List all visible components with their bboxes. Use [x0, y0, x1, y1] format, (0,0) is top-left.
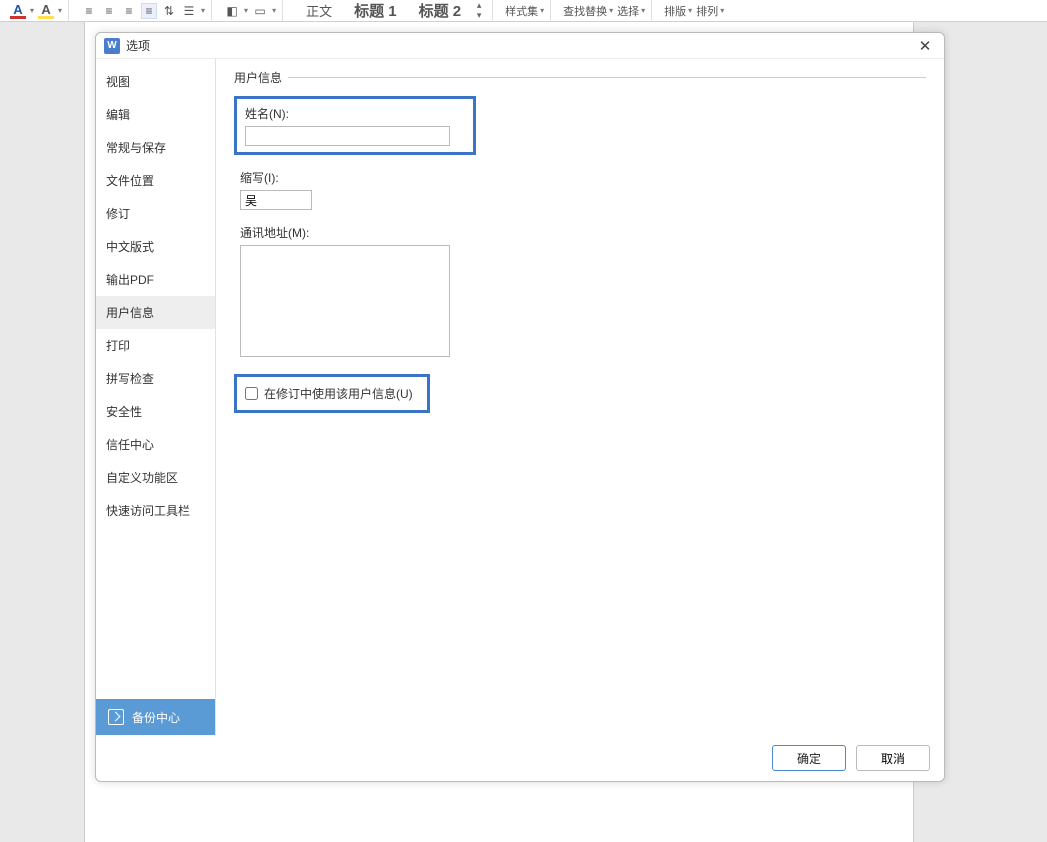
styleset-caret-icon: ▾: [540, 6, 544, 15]
name-field-highlight: 姓名(N):: [234, 96, 476, 155]
dialog-titlebar: W 选项 ✕: [96, 33, 944, 59]
initials-input[interactable]: [240, 190, 312, 210]
list-caret-icon[interactable]: ▾: [201, 6, 205, 15]
sidebar-item-security[interactable]: 安全性: [96, 395, 215, 428]
align-left-icon[interactable]: ≡: [81, 3, 97, 19]
highlight-color-icon[interactable]: A: [38, 3, 54, 19]
close-button[interactable]: ✕: [914, 35, 936, 57]
dialog-title: 选项: [126, 37, 914, 54]
sidebar-item-customize-ribbon[interactable]: 自定义功能区: [96, 461, 215, 494]
section-header: 用户信息: [234, 69, 926, 86]
styleset-label: 样式集: [505, 3, 538, 19]
findreplace-caret-icon: ▾: [609, 6, 613, 15]
sidebar-item-export-pdf[interactable]: 输出PDF: [96, 263, 215, 296]
shading-icon[interactable]: ◧: [224, 3, 240, 19]
name-input[interactable]: [245, 126, 450, 146]
use-in-track-checkbox[interactable]: [245, 387, 258, 400]
style-heading1-tile[interactable]: 标题 1: [343, 0, 408, 24]
sidebar-item-trust-center[interactable]: 信任中心: [96, 428, 215, 461]
select-caret-icon: ▾: [641, 6, 645, 15]
backup-center-label: 备份中心: [132, 709, 180, 726]
use-in-track-highlight: 在修订中使用该用户信息(U): [234, 374, 430, 413]
section-title: 用户信息: [234, 69, 288, 86]
address-input[interactable]: [240, 245, 450, 357]
sidebar-item-chinese-layout[interactable]: 中文版式: [96, 230, 215, 263]
sort-button[interactable]: 排列 ▾: [696, 3, 724, 19]
backup-icon: [108, 709, 124, 725]
findreplace-button[interactable]: 查找替换 ▾: [563, 3, 613, 19]
ribbon: A ▾ A ▾ ≡ ≡ ≡ ≡ ⇅ ☰ ▾ ◧ ▾ ▭ ▾ 正文 标题 1 标题…: [0, 0, 1047, 22]
font-color-caret-icon[interactable]: ▾: [30, 6, 34, 15]
arrange-caret-icon: ▾: [688, 6, 692, 15]
options-content: 用户信息 姓名(N): 缩写(I): 通讯地址(M): 在修订中使用该用户信息(…: [216, 59, 944, 735]
style-gallery-up-icon[interactable]: ▴: [472, 1, 486, 11]
select-button[interactable]: 选择 ▾: [617, 3, 645, 19]
options-sidebar: 视图 编辑 常规与保存 文件位置 修订 中文版式 输出PDF 用户信息 打印 拼…: [96, 59, 216, 735]
align-justify-icon[interactable]: ≡: [141, 3, 157, 19]
sidebar-item-print[interactable]: 打印: [96, 329, 215, 362]
sidebar-item-general-save[interactable]: 常规与保存: [96, 131, 215, 164]
select-label: 选择: [617, 3, 639, 19]
shading-caret-icon[interactable]: ▾: [244, 6, 248, 15]
sidebar-item-edit[interactable]: 编辑: [96, 98, 215, 131]
app-icon: W: [104, 38, 120, 54]
borders-caret-icon[interactable]: ▾: [272, 6, 276, 15]
close-icon: ✕: [919, 37, 932, 55]
arrange-button[interactable]: 排版 ▾: [664, 3, 692, 19]
cancel-button[interactable]: 取消: [856, 745, 930, 771]
use-in-track-row[interactable]: 在修订中使用该用户信息(U): [245, 385, 413, 402]
borders-icon[interactable]: ▭: [252, 3, 268, 19]
sidebar-item-user-info[interactable]: 用户信息: [96, 296, 215, 329]
sort-label: 排列: [696, 3, 718, 19]
list-icon[interactable]: ☰: [181, 3, 197, 19]
style-heading2-tile[interactable]: 标题 2: [408, 0, 473, 24]
use-in-track-label: 在修订中使用该用户信息(U): [264, 385, 413, 402]
ok-button[interactable]: 确定: [772, 745, 846, 771]
sort-caret-icon: ▾: [720, 6, 724, 15]
sidebar-item-file-location[interactable]: 文件位置: [96, 164, 215, 197]
style-body-tile[interactable]: 正文: [295, 0, 343, 23]
backup-center-button[interactable]: 备份中心: [96, 699, 215, 735]
align-right-icon[interactable]: ≡: [121, 3, 137, 19]
highlight-color-caret-icon[interactable]: ▾: [58, 6, 62, 15]
font-color-icon[interactable]: A: [10, 3, 26, 19]
sidebar-item-spellcheck[interactable]: 拼写检查: [96, 362, 215, 395]
sidebar-item-track-changes[interactable]: 修订: [96, 197, 215, 230]
findreplace-label: 查找替换: [563, 3, 607, 19]
sidebar-item-view[interactable]: 视图: [96, 65, 215, 98]
options-dialog: W 选项 ✕ 视图 编辑 常规与保存 文件位置 修订 中文版式 输出PDF 用户…: [95, 32, 945, 782]
arrange-label: 排版: [664, 3, 686, 19]
sidebar-item-quick-access[interactable]: 快速访问工具栏: [96, 494, 215, 527]
dialog-footer: 确定 取消: [96, 735, 944, 781]
line-spacing-icon[interactable]: ⇅: [161, 3, 177, 19]
styleset-button[interactable]: 样式集 ▾: [505, 3, 544, 19]
address-label: 通讯地址(M):: [240, 224, 926, 241]
initials-label: 缩写(I):: [240, 169, 926, 186]
style-gallery-down-icon[interactable]: ▾: [472, 11, 486, 21]
name-label: 姓名(N):: [245, 105, 465, 122]
align-center-icon[interactable]: ≡: [101, 3, 117, 19]
